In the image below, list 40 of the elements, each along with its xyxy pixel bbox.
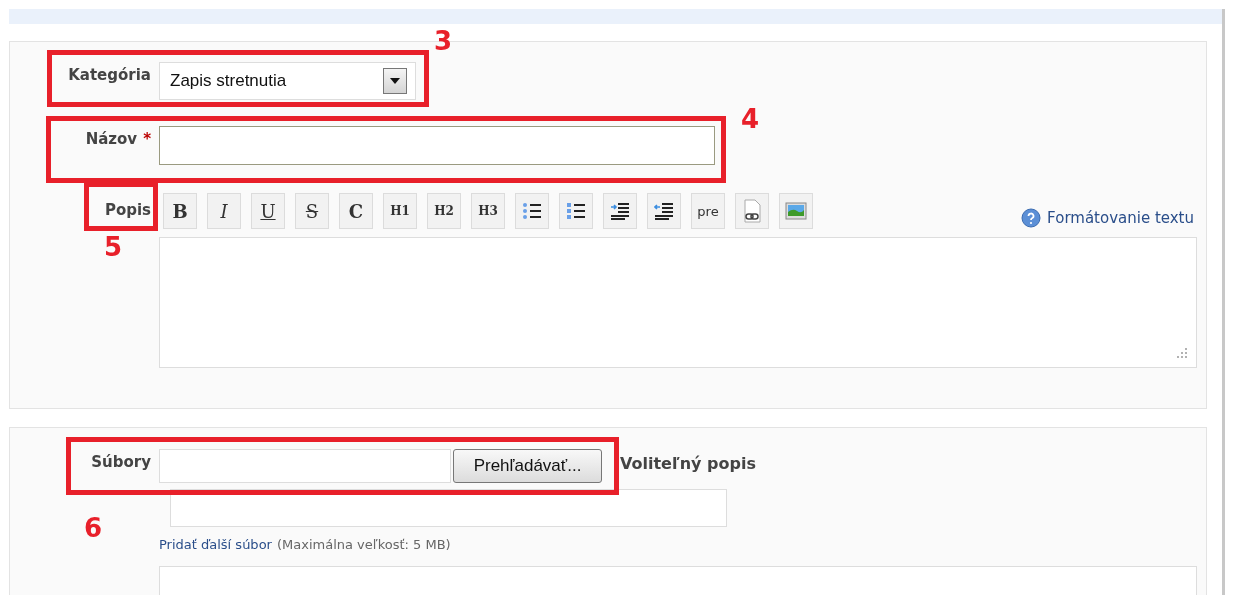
help-icon bbox=[1021, 208, 1042, 228]
format-button[interactable]: U bbox=[251, 193, 285, 229]
size-note: (Maximálna veľkosť: 5 MB) bbox=[276, 537, 451, 552]
format-button[interactable] bbox=[603, 193, 637, 229]
format-button[interactable] bbox=[559, 193, 593, 229]
format-button[interactable] bbox=[735, 193, 769, 229]
format-button[interactable]: I bbox=[207, 193, 241, 229]
add-file-link[interactable]: Pridať ďalší súbor bbox=[159, 537, 272, 552]
required-mark: * bbox=[143, 130, 151, 148]
indent-icon bbox=[610, 201, 630, 221]
link-document-icon bbox=[742, 199, 762, 223]
category-label: Kategória bbox=[68, 65, 151, 84]
format-button[interactable]: S bbox=[295, 193, 329, 229]
category-select[interactable]: Zapis stretnutia bbox=[159, 62, 416, 100]
annotation-number: 3 bbox=[434, 26, 453, 56]
resize-grip-icon bbox=[1176, 347, 1188, 359]
format-button[interactable]: H2 bbox=[427, 193, 461, 229]
format-button[interactable] bbox=[647, 193, 681, 229]
files-label: Súbory bbox=[91, 452, 151, 471]
format-button[interactable]: B bbox=[163, 193, 197, 229]
image-icon bbox=[785, 201, 807, 221]
format-button[interactable]: H1 bbox=[383, 193, 417, 229]
format-button[interactable]: pre bbox=[691, 193, 725, 229]
annotation-number: 6 bbox=[84, 513, 103, 543]
description-label: Popis bbox=[104, 200, 151, 219]
numbered-list-icon bbox=[566, 201, 586, 221]
format-button[interactable]: C bbox=[339, 193, 373, 229]
title-label: Názov bbox=[85, 130, 138, 148]
format-button[interactable]: H3 bbox=[471, 193, 505, 229]
browse-button[interactable]: Prehľadávať... bbox=[453, 449, 602, 483]
file-description-input[interactable] bbox=[170, 489, 727, 527]
bullet-list-icon bbox=[522, 201, 542, 221]
optional-description-label: Voliteľný popis bbox=[620, 453, 756, 473]
file-input[interactable] bbox=[159, 449, 451, 483]
outdent-icon bbox=[654, 201, 674, 221]
annotation-number: 4 bbox=[741, 104, 760, 134]
annotation-number: 5 bbox=[104, 232, 123, 262]
title-input[interactable] bbox=[159, 126, 715, 165]
format-button[interactable] bbox=[515, 193, 549, 229]
formatting-help-link[interactable]: Formátovanie textu bbox=[1021, 208, 1194, 228]
